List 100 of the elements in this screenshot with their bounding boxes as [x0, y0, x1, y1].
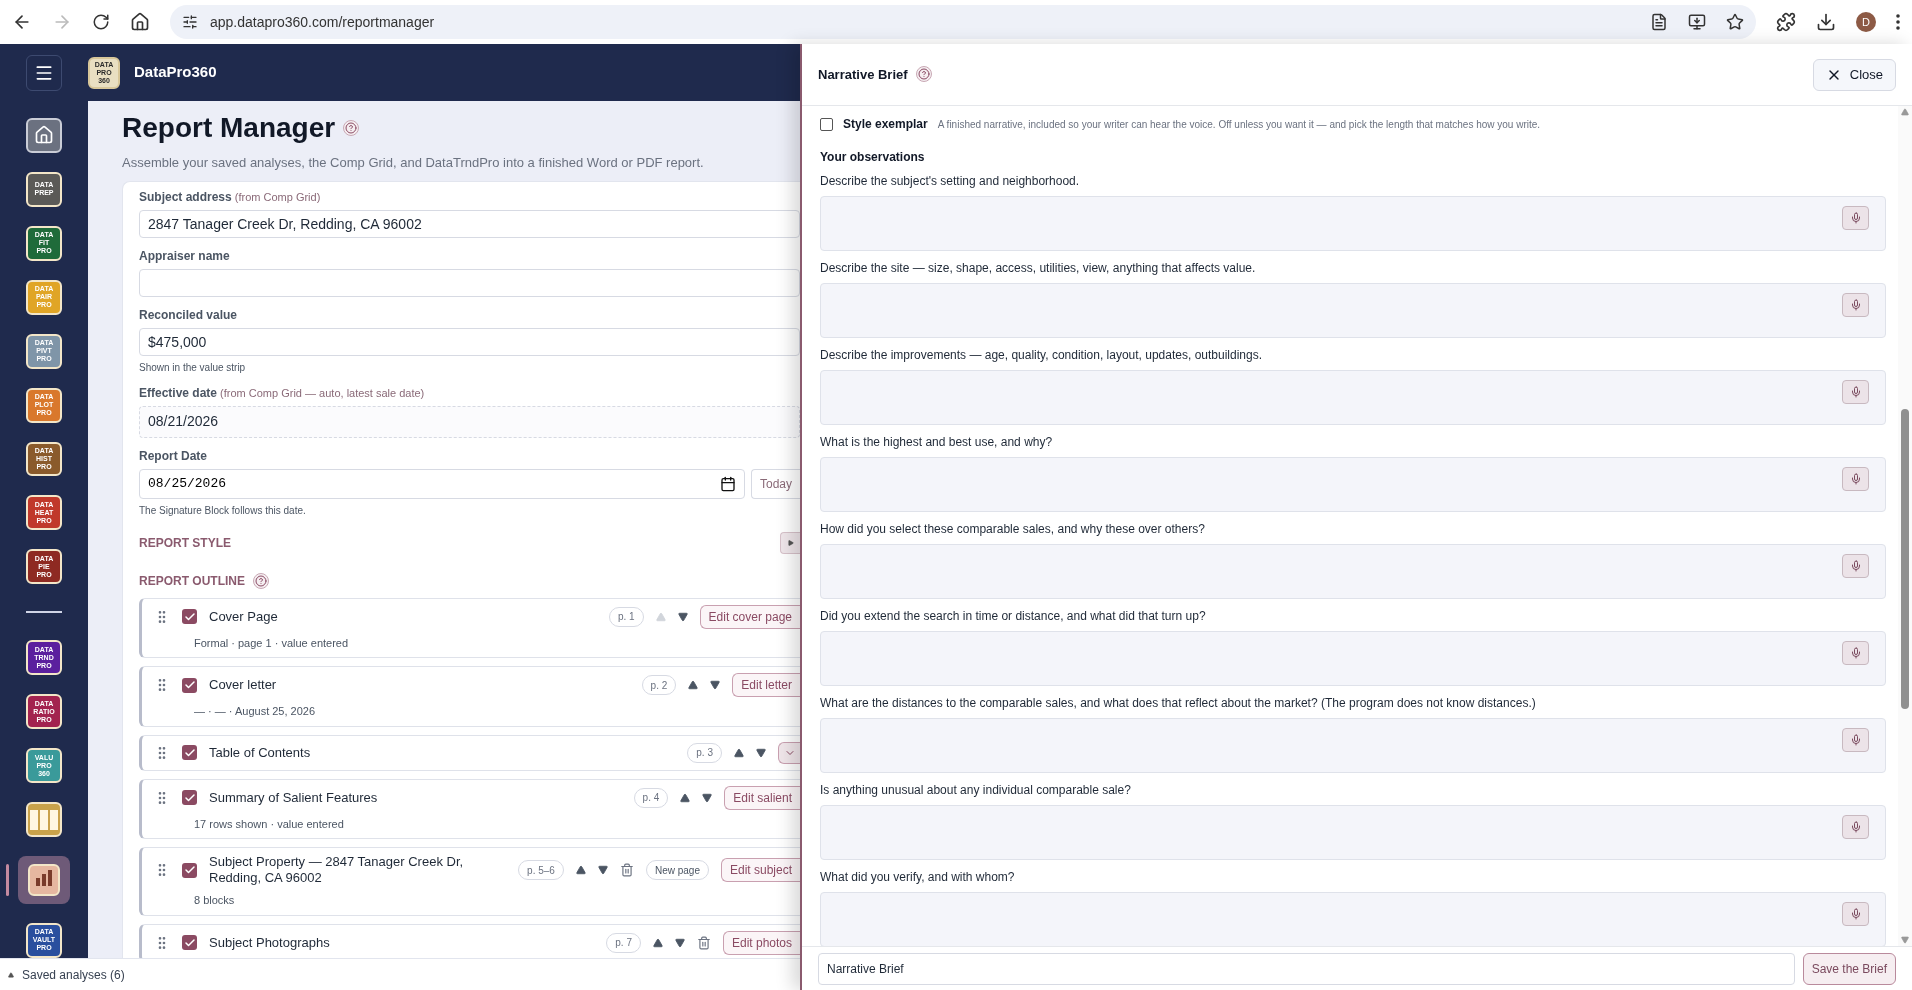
menu-icon[interactable]: [26, 54, 62, 91]
section-summary: — · — · August 25, 2026: [194, 704, 317, 719]
move-down-button[interactable]: [710, 680, 721, 690]
bookmark-star-icon: [1726, 13, 1744, 31]
edit-button[interactable]: Edit subject: [720, 858, 800, 882]
microphone-icon: [1849, 734, 1862, 746]
field-label: Subject address (from Comp Grid): [139, 188, 322, 206]
field-note: The Signature Block follows this date.: [139, 503, 307, 518]
address-bar[interactable]: app.datapro360.com/reportmanager: [170, 5, 1756, 39]
edit-button[interactable]: Edit photos: [722, 930, 800, 955]
report-outline-heading: REPORT OUTLINE: [139, 572, 245, 590]
move-up-button[interactable]: [652, 937, 663, 948]
move-up-button[interactable]: [688, 680, 699, 690]
question-label: Describe the subject's setting and neighborhood.: [820, 174, 1081, 189]
checkbox-description: A finished narrative, included so your writer can hear the voice. Off unless you want it — and pick the length that matches how you write.: [937, 117, 1541, 132]
microphone-icon: [1849, 212, 1862, 224]
page-subtitle: Assemble your saved analyses, the Comp Grid, and DataTrndPro into a finished Word or PDF report.: [122, 154, 705, 172]
move-down-button[interactable]: [674, 937, 685, 948]
microphone-button[interactable]: [1842, 728, 1869, 752]
move-up-button[interactable]: [575, 865, 586, 875]
download-icon: [1816, 12, 1836, 32]
microphone-button[interactable]: [1842, 293, 1869, 317]
section-summary: 8 blocks: [194, 893, 236, 908]
delete-icon[interactable]: [619, 863, 634, 877]
site-info-icon: [182, 14, 198, 30]
move-up-button[interactable]: [734, 747, 744, 758]
microphone-icon: [1849, 647, 1862, 659]
edit-button[interactable]: Edit letter: [732, 673, 800, 697]
section-title: Table of Contents: [209, 744, 312, 761]
page-title: Report Manager: [122, 111, 336, 145]
microphone-button[interactable]: [1842, 380, 1869, 404]
close-button[interactable]: Close: [1812, 58, 1896, 91]
microphone-button[interactable]: [1842, 467, 1869, 491]
include-checkbox[interactable]: [182, 677, 197, 693]
delete-icon[interactable]: [696, 935, 711, 950]
microphone-icon: [1849, 299, 1862, 311]
browser-menu-icon[interactable]: [1896, 14, 1900, 30]
help-icon[interactable]: [915, 65, 932, 82]
save-button[interactable]: Save the Brief: [1802, 952, 1896, 985]
microphone-button[interactable]: [1842, 902, 1869, 926]
profile-avatar[interactable]: D: [1856, 12, 1876, 32]
field-note: Shown in the value strip: [139, 360, 247, 375]
microphone-button[interactable]: [1842, 815, 1869, 839]
date-field[interactable]: 08/25/2026: [139, 468, 745, 499]
microphone-button[interactable]: [1842, 641, 1869, 665]
move-down-button[interactable]: [756, 747, 766, 758]
home-icon: [130, 12, 150, 32]
scrollbar[interactable]: [1898, 106, 1912, 946]
include-checkbox[interactable]: [182, 935, 197, 950]
collapse-button[interactable]: [778, 741, 800, 764]
help-icon[interactable]: [343, 120, 360, 136]
text-field[interactable]: $475,000: [139, 327, 800, 356]
readonly-field: 08/21/2026: [139, 405, 800, 438]
question-label: Describe the site — size, shape, access, utilities, view, anything that affects value.: [820, 261, 1257, 276]
section-heading: Your observations: [820, 149, 926, 166]
saved-analyses-bar[interactable]: Saved analyses (6): [0, 958, 800, 990]
section-summary: Formal · page 1 · value entered: [194, 635, 350, 651]
question-label: Describe the improvements — age, quality, condition, layout, updates, outbuildings.: [820, 348, 1264, 363]
section-title: Subject Property — 2847 Tanager Creek Dr, Redding, CA 96002: [209, 854, 465, 886]
microphone-button[interactable]: [1842, 206, 1869, 230]
question-label: What are the distances to the comparable sales, and what does that reflect about the market? (The program does not know distances.): [820, 696, 1537, 711]
section-title: Cover letter: [209, 677, 278, 693]
edit-button[interactable]: Edit cover page: [699, 604, 800, 629]
include-checkbox[interactable]: [182, 609, 197, 624]
move-down-button[interactable]: [677, 611, 688, 622]
text-field[interactable]: 2847 Tanager Creek Dr, Redding, CA 96002: [139, 209, 800, 238]
checkbox-label: Style exemplar: [843, 116, 928, 133]
question-label: Did you extend the search in time or distance, and what did that turn up?: [820, 609, 1207, 624]
scrollbar-thumb[interactable]: [1901, 409, 1909, 709]
text-field[interactable]: [139, 268, 800, 297]
include-checkbox[interactable]: [182, 862, 197, 878]
saved-analyses-label: Saved analyses (6): [22, 966, 125, 984]
brand-name: DataPro360: [134, 62, 217, 83]
brief-name-field[interactable]: Narrative Brief: [818, 952, 1795, 985]
today-button[interactable]: Today: [750, 468, 800, 499]
microphone-icon: [1849, 821, 1862, 833]
microphone-icon: [1849, 908, 1862, 920]
move-down-button[interactable]: [702, 792, 713, 803]
install-icon: [1688, 13, 1706, 31]
help-icon[interactable]: [253, 572, 269, 589]
extensions-icon: [1776, 12, 1796, 32]
report-style-heading: REPORT STYLE: [139, 534, 231, 552]
scroll-up-icon[interactable]: [1901, 108, 1909, 116]
scroll-down-icon[interactable]: [1901, 936, 1909, 944]
microphone-button[interactable]: [1842, 554, 1869, 578]
edit-button[interactable]: Edit salient: [724, 785, 800, 810]
microphone-icon: [1849, 473, 1862, 485]
home-icon[interactable]: [26, 118, 62, 153]
move-down-button[interactable]: [597, 865, 608, 875]
table-icon[interactable]: [26, 802, 62, 837]
reload-icon: [92, 13, 110, 31]
calendar-icon: [719, 475, 736, 492]
style-exemplar-checkbox[interactable]: [820, 117, 833, 131]
expand-button[interactable]: [780, 531, 800, 554]
report-icon[interactable]: [18, 856, 70, 904]
question-label: What is the highest and best use, and why?: [820, 435, 1054, 450]
move-up-button[interactable]: [680, 792, 691, 803]
include-checkbox[interactable]: [182, 745, 197, 760]
include-checkbox[interactable]: [182, 790, 197, 805]
field-label: Reconciled value: [139, 306, 239, 324]
